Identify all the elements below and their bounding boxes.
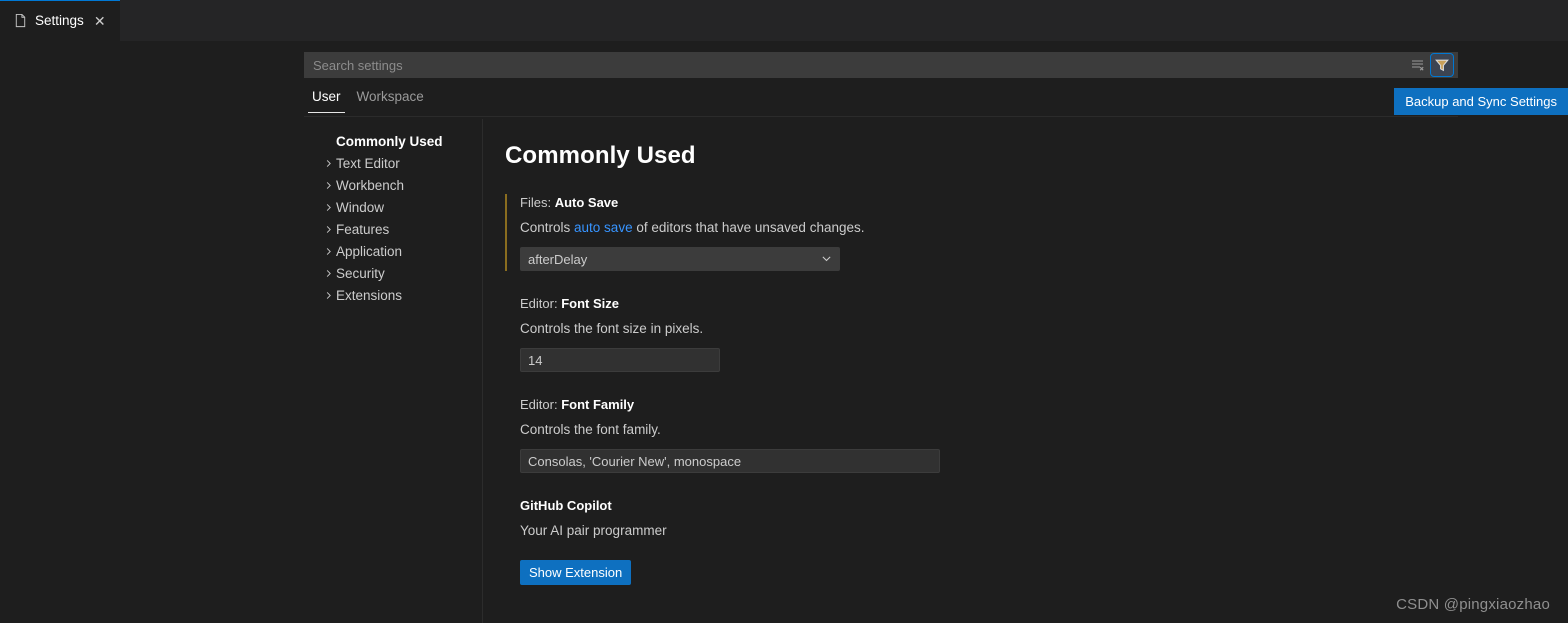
toc-item-label: Workbench xyxy=(336,178,404,193)
vscode-settings-window: Settings ✕ xyxy=(0,0,1568,623)
setting-description: Controls the font size in pixels. xyxy=(520,319,1555,338)
setting-category: Editor: xyxy=(520,397,558,412)
toc-item-label: Features xyxy=(336,222,389,237)
toc-item-workbench[interactable]: Workbench xyxy=(320,174,482,196)
search-actions xyxy=(1407,54,1457,76)
toc-item-label: Application xyxy=(336,244,402,259)
setting-editor-font-size: Editor: Font Size Controls the font size… xyxy=(505,295,1555,372)
editor-tab-bar: Settings ✕ xyxy=(0,0,1568,41)
toc-item-application[interactable]: Application xyxy=(320,240,482,262)
tab-bar-empty-space xyxy=(121,0,1568,41)
toc-item-label: Commonly Used xyxy=(336,134,443,149)
auto-save-select[interactable]: afterDelay xyxy=(520,247,840,271)
tab-workspace[interactable]: Workspace xyxy=(349,87,432,113)
settings-toc: Commonly Used Text Editor Workbench xyxy=(320,119,482,306)
settings-scope-tabs: User Workspace xyxy=(304,87,1458,117)
setting-category: Files: xyxy=(520,195,551,210)
settings-editor: User Workspace Backup and Sync Settings … xyxy=(0,41,1568,623)
toc-item-label: Text Editor xyxy=(336,156,400,171)
setting-title: Editor: Font Size xyxy=(520,295,1555,313)
close-icon[interactable]: ✕ xyxy=(91,12,109,30)
tab-user-label: User xyxy=(312,89,341,104)
tab-settings[interactable]: Settings ✕ xyxy=(0,0,121,41)
tab-user[interactable]: User xyxy=(304,87,349,113)
setting-name: Font Size xyxy=(561,296,619,311)
settings-content-list: Commonly Used Files: Auto Save Controls … xyxy=(505,119,1555,623)
settings-body: Commonly Used Text Editor Workbench xyxy=(304,119,1568,623)
setting-name: Font Family xyxy=(561,397,634,412)
setting-files-auto-save: Files: Auto Save Controls auto save of e… xyxy=(505,194,1555,271)
chevron-right-icon[interactable] xyxy=(320,177,336,193)
toc-content-divider xyxy=(482,119,483,623)
filter-funnel-icon[interactable] xyxy=(1431,54,1453,76)
setting-category: Editor: xyxy=(520,296,558,311)
file-icon xyxy=(12,13,28,29)
toc-item-extensions[interactable]: Extensions xyxy=(320,284,482,306)
setting-github-copilot: GitHub Copilot Your AI pair programmer S… xyxy=(505,497,1555,585)
toc-item-security[interactable]: Security xyxy=(320,262,482,284)
clear-filters-icon[interactable] xyxy=(1407,54,1429,76)
chevron-right-icon[interactable] xyxy=(320,199,336,215)
font-size-input[interactable] xyxy=(520,348,720,372)
auto-save-doc-link[interactable]: auto save xyxy=(574,220,633,235)
setting-description: Your AI pair programmer xyxy=(520,521,1555,540)
setting-title: GitHub Copilot xyxy=(520,497,1555,515)
chevron-right-icon[interactable] xyxy=(320,221,336,237)
toc-item-label: Window xyxy=(336,200,384,215)
toc-item-text-editor[interactable]: Text Editor xyxy=(320,152,482,174)
setting-description: Controls the font family. xyxy=(520,420,1555,439)
toc-item-label: Security xyxy=(336,266,385,281)
chevron-right-icon[interactable] xyxy=(320,243,336,259)
page-title: Commonly Used xyxy=(505,142,1555,170)
description-text-before: Controls xyxy=(520,220,574,235)
settings-pane: User Workspace Backup and Sync Settings … xyxy=(304,41,1568,623)
toc-item-features[interactable]: Features xyxy=(320,218,482,240)
setting-title: Editor: Font Family xyxy=(520,396,1555,414)
setting-editor-font-family: Editor: Font Family Controls the font fa… xyxy=(505,396,1555,473)
tab-label: Settings xyxy=(35,13,84,28)
auto-save-select-wrapper: afterDelay xyxy=(520,247,840,271)
backup-and-sync-settings-button[interactable]: Backup and Sync Settings xyxy=(1394,88,1568,115)
chevron-right-icon[interactable] xyxy=(320,287,336,303)
chevron-right-icon[interactable] xyxy=(320,265,336,281)
setting-name: Auto Save xyxy=(555,195,619,210)
toc-item-window[interactable]: Window xyxy=(320,196,482,218)
toc-item-commonly-used[interactable]: Commonly Used xyxy=(320,130,482,152)
settings-search-container xyxy=(304,52,1458,78)
setting-description: Controls auto save of editors that have … xyxy=(520,218,1555,237)
setting-title: Files: Auto Save xyxy=(520,194,1555,212)
toc-item-label: Extensions xyxy=(336,288,402,303)
tab-workspace-label: Workspace xyxy=(357,89,424,104)
font-family-input[interactable] xyxy=(520,449,940,473)
setting-name: GitHub Copilot xyxy=(520,498,612,513)
show-extension-button[interactable]: Show Extension xyxy=(520,560,631,585)
chevron-right-icon[interactable] xyxy=(320,155,336,171)
search-input[interactable] xyxy=(305,53,1407,77)
watermark: CSDN @pingxiaozhao xyxy=(1396,596,1550,613)
description-text-after: of editors that have unsaved changes. xyxy=(633,220,865,235)
